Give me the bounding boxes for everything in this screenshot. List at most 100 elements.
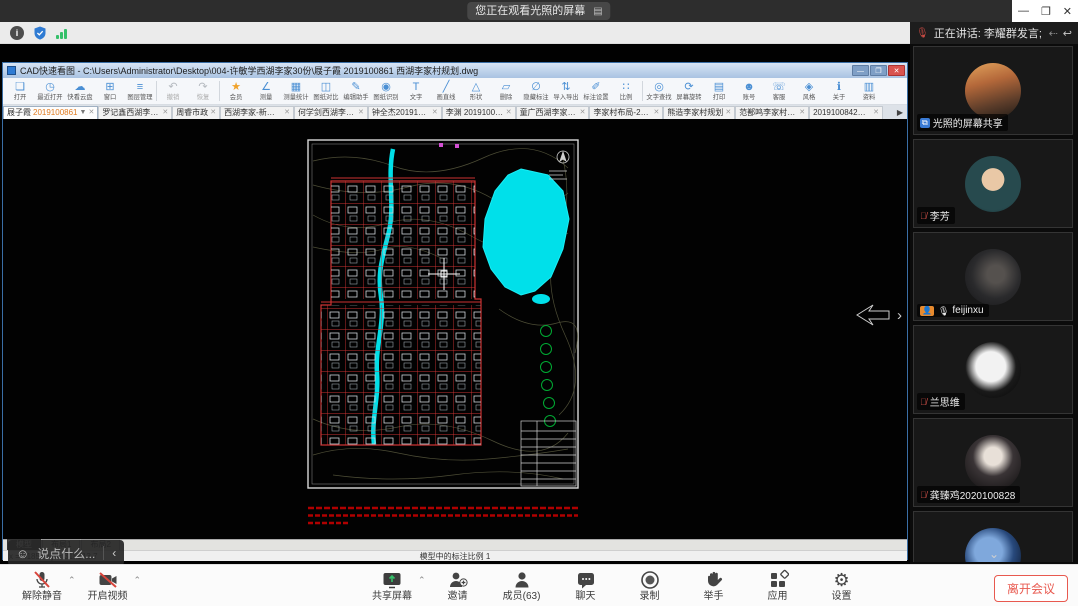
control-screen-share[interactable]: 共享屏幕 — [360, 569, 424, 602]
cad-maximize-button[interactable]: ❐ — [870, 65, 887, 76]
cad-drawing-canvas[interactable]: › — [3, 119, 907, 539]
control-settings[interactable]: ⚙ 设置 — [810, 569, 874, 602]
tab-close-icon[interactable]: ✕ — [799, 107, 805, 119]
maximize-button[interactable]: ❐ — [1041, 5, 1051, 18]
cad-toolbar-button-21[interactable]: ∷ 比例 — [611, 81, 641, 102]
tab-scroll-right-icon[interactable]: ▶ — [893, 106, 907, 119]
security-shield-icon[interactable] — [33, 26, 47, 40]
cad-toolbar-button-13[interactable]: ◉ 图纸识别 — [371, 81, 401, 102]
cad-toolbar-button-9[interactable]: ∠ 测量 — [251, 81, 281, 102]
close-button[interactable]: ✕ — [1063, 5, 1072, 18]
drawing-tab-label: 周睿市政 — [176, 107, 208, 119]
cad-toolbar-button-29[interactable]: ▥ 资料 — [854, 81, 884, 102]
network-signal-icon[interactable] — [56, 27, 67, 39]
cad-toolbar-button-19[interactable]: ⇅ 导入导出 — [551, 81, 581, 102]
sidebar-collapse-arrow[interactable]: › — [897, 307, 902, 324]
cad-toolbar-button-16[interactable]: △ 形状 — [461, 81, 491, 102]
control-members[interactable]: 成员(63) — [490, 569, 554, 602]
banner-arrow-right-icon[interactable]: ↩ — [1063, 27, 1072, 40]
cad-toolbar-button-3[interactable]: ☁ 快看云盘 — [65, 81, 95, 102]
control-chat[interactable]: 聊天 — [554, 569, 618, 602]
drawing-tab-label: 李渊 2019100829 — [446, 107, 504, 119]
control-chevron-icon[interactable]: ⌃ — [134, 575, 142, 586]
banner-menu-icon[interactable]: ▤ — [593, 3, 602, 21]
cad-toolbar-button-11[interactable]: ◫ 图纸对比 — [311, 81, 341, 102]
cad-toolbar-button-14[interactable]: T 文字 — [401, 81, 431, 102]
banner-arrow-left-icon[interactable]: ⇠ — [1049, 27, 1058, 40]
participant-avatar — [965, 435, 1021, 491]
drawing-tab-7[interactable]: 李渊 2019100829 ✕ — [442, 106, 516, 119]
drawing-tab-12[interactable]: 2019100842钟越 ✕ — [809, 106, 883, 119]
drawing-tab-6[interactable]: 钟全杰2019100856 ✕ — [368, 106, 442, 119]
chat-collapse-icon[interactable]: ‹ — [112, 546, 116, 560]
drawing-tab-4[interactable]: 西湖李家-新村布局方… ✕ — [220, 106, 294, 119]
cad-toolbar-button-6[interactable]: ↶ 撤销 — [158, 81, 188, 102]
tab-close-icon[interactable]: ✕ — [725, 107, 731, 119]
drawing-tab-8[interactable]: 童广西湖李家-新村布… ✕ — [516, 106, 590, 119]
tab-close-icon[interactable]: ✕ — [873, 107, 879, 119]
tab-dropdown-icon[interactable]: ▼ — [80, 107, 87, 119]
leave-meeting-button[interactable]: 离开会议 — [994, 575, 1068, 602]
cad-toolbar-button-27[interactable]: ◈ 风格 — [794, 81, 824, 102]
control-camera-off[interactable]: 开启视频 — [76, 569, 140, 602]
control-chevron-icon[interactable]: ⌃ — [418, 575, 426, 586]
drawing-tab-3[interactable]: 周睿市政 ✕ — [172, 106, 220, 119]
cad-titlebar[interactable]: CAD快速看图 - C:\Users\Administrator\Desktop… — [3, 63, 907, 78]
control-record[interactable]: 录制 — [618, 569, 682, 602]
emoji-icon[interactable]: ☺ — [16, 546, 29, 561]
tab-close-icon[interactable]: ✕ — [653, 107, 659, 119]
drawing-tab-5[interactable]: 何学剑西湖李家村布局 ✕ — [294, 106, 368, 119]
drawing-tab-10[interactable]: 熊造李家村规划 ✕ — [663, 106, 735, 119]
cad-close-button[interactable]: ✕ — [888, 65, 905, 76]
cad-toolbar-button-5[interactable]: ≡ 图层管理 — [125, 81, 155, 102]
tab-close-icon[interactable]: ✕ — [358, 107, 364, 119]
tab-close-icon[interactable]: ✕ — [162, 107, 168, 119]
meeting-info-icon[interactable]: i — [10, 26, 24, 40]
cad-toolbar-button-26[interactable]: ☏ 客服 — [764, 81, 794, 102]
cad-toolbar-button-17[interactable]: ▱ 删除 — [491, 81, 521, 102]
tab-close-icon[interactable]: ✕ — [432, 107, 438, 119]
control-invite[interactable]: 邀请 — [426, 569, 490, 602]
cad-toolbar-button-2[interactable]: ◷ 最近打开 — [35, 81, 65, 102]
control-hand[interactable]: 举手 — [682, 569, 746, 602]
control-mic-off[interactable]: 解除静音 — [10, 569, 74, 602]
toolbar-button-icon: ★ — [221, 81, 251, 94]
participant-tile[interactable]: 👤 🎙̸ 李芳 — [913, 139, 1073, 228]
drawing-tab-9[interactable]: 李家村布局-20191008… ✕ — [589, 106, 663, 119]
cad-toolbar-button-25[interactable]: ☻ 账号 — [734, 81, 764, 102]
cad-toolbar-button-23[interactable]: ⟳ 屏幕旋转 — [674, 81, 704, 102]
tab-close-icon[interactable]: ✕ — [506, 107, 512, 119]
participants-scroll-down-icon[interactable]: ⌄ — [989, 548, 999, 560]
drawing-tab-11[interactable]: 范鄯鸣李家村规划 ✕ — [735, 106, 809, 119]
cad-toolbar-button-7[interactable]: ↷ 恢复 — [188, 81, 218, 102]
chat-input-placeholder[interactable]: 说点什么... — [37, 545, 95, 562]
cad-toolbar-button-10[interactable]: ▦ 测量统计 — [281, 81, 311, 102]
minimize-button[interactable]: — — [1018, 5, 1029, 17]
cad-toolbar-button-22[interactable]: ◎ 文字查找 — [644, 81, 674, 102]
drawing-tab-2[interactable]: 罗记鑫西湖李家-新村… ✕ — [98, 106, 172, 119]
participant-tile[interactable]: 👤 ⧉ 光照的屏幕共享 — [913, 46, 1073, 135]
meeting-control-label: 举手 — [682, 591, 746, 602]
chat-quick-input[interactable]: ☺ 说点什么... ‹ — [8, 540, 124, 566]
cad-toolbar-button-28[interactable]: ℹ 关于 — [824, 81, 854, 102]
participant-tile[interactable]: 👤 🎙̸ 兰思维 — [913, 325, 1073, 414]
cad-toolbar-button-4[interactable]: ⊞ 窗口 — [95, 81, 125, 102]
meeting-control-icon — [618, 569, 682, 591]
cad-toolbar-button-1[interactable]: ❏ 打开 — [5, 81, 35, 102]
control-apps[interactable]: 应用 — [746, 569, 810, 602]
control-chevron-icon[interactable]: ⌃ — [68, 575, 76, 586]
tab-close-icon[interactable]: ✕ — [88, 107, 94, 119]
participant-tile[interactable]: 👤 🎙̸ 龚臻鸡2020100828 — [913, 418, 1073, 507]
cad-toolbar-button-8[interactable]: ★ 会员 — [221, 81, 251, 102]
cad-minimize-button[interactable]: — — [852, 65, 869, 76]
tab-close-icon[interactable]: ✕ — [284, 107, 290, 119]
drawing-tab-1[interactable]: 屐子霞 2019100861 ▼ ✕ — [3, 106, 98, 119]
cad-toolbar-button-18[interactable]: ∅ 隐藏标注 — [521, 81, 551, 102]
cad-toolbar-button-20[interactable]: ✐ 标注设置 — [581, 81, 611, 102]
cad-toolbar-button-24[interactable]: ▤ 打印 — [704, 81, 734, 102]
tab-close-icon[interactable]: ✕ — [210, 107, 216, 119]
participant-tile[interactable]: 👤 🎙 feijinxu — [913, 232, 1073, 321]
cad-toolbar-button-15[interactable]: ╱ 画直线 — [431, 81, 461, 102]
tab-close-icon[interactable]: ✕ — [580, 107, 586, 119]
cad-toolbar-button-12[interactable]: ✎ 编辑助手 — [341, 81, 371, 102]
